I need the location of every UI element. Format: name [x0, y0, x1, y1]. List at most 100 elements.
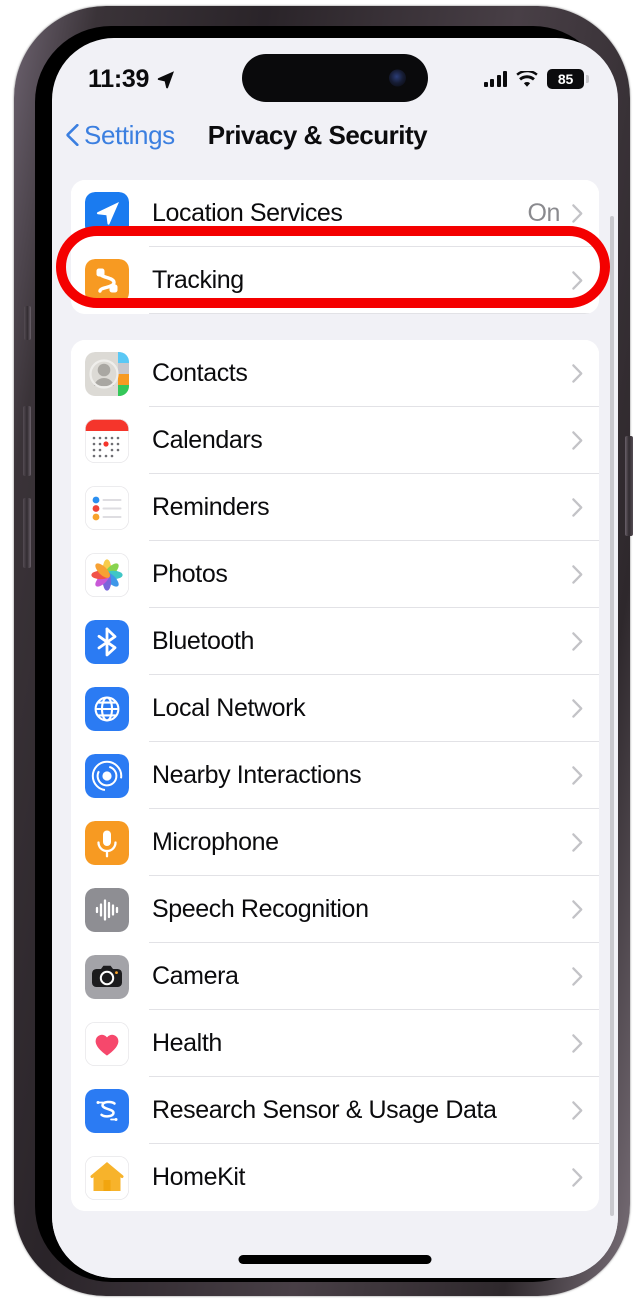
row-accessory [572, 632, 599, 651]
location-arrow-icon [157, 71, 175, 89]
wifi-icon [516, 70, 538, 87]
row-label: Contacts [152, 359, 248, 387]
status-bar-right: 85 [483, 69, 589, 89]
chevron-left-icon [66, 124, 79, 146]
chevron-right-icon [572, 364, 583, 383]
chevron-right-icon [572, 565, 583, 584]
camera-icon [85, 954, 129, 999]
volume-down-button[interactable] [23, 498, 31, 568]
bluetooth-icon [85, 619, 129, 664]
row-accessory [572, 498, 599, 517]
front-camera-icon [389, 69, 406, 87]
row-label: Photos [152, 560, 228, 588]
settings-list[interactable]: Location Services On Tracking Contacts C… [52, 168, 618, 1278]
row-label: Location Services [152, 199, 343, 227]
sidebar-item-microphone[interactable]: Microphone [71, 809, 599, 876]
navigation-bar: Settings Privacy & Security [52, 102, 618, 168]
row-accessory [572, 833, 599, 852]
row-accessory [572, 1168, 599, 1187]
sidebar-item-photos[interactable]: Photos [71, 541, 599, 608]
sidebar-item-camera[interactable]: Camera [71, 943, 599, 1010]
chevron-right-icon [572, 632, 583, 651]
sidebar-item-speech-recognition[interactable]: Speech Recognition [71, 876, 599, 943]
row-label: Bluetooth [152, 627, 255, 655]
volume-up-button[interactable] [23, 406, 31, 476]
row-accessory [560, 271, 599, 290]
row-accessory [572, 900, 599, 919]
chevron-right-icon [572, 967, 583, 986]
row-accessory [572, 766, 599, 785]
chevron-right-icon [572, 271, 583, 290]
back-button-label: Settings [84, 119, 175, 150]
row-label: Nearby Interactions [152, 761, 362, 789]
chevron-right-icon [572, 900, 583, 919]
settings-group-apps: Contacts Calendars Reminders Photos Blue… [71, 340, 599, 1211]
battery-indicator: 85 [547, 69, 589, 89]
row-accessory [572, 431, 599, 450]
row-value: On [527, 199, 560, 227]
research-sensor-icon [85, 1088, 129, 1133]
row-accessory [572, 1034, 599, 1053]
dynamic-island [242, 54, 428, 102]
local-network-icon [85, 686, 129, 731]
vertical-scrollbar[interactable] [610, 216, 614, 1216]
chevron-right-icon [572, 699, 583, 718]
sidebar-item-contacts[interactable]: Contacts [71, 340, 599, 407]
row-accessory [572, 565, 599, 584]
row-label: Health [152, 1029, 222, 1057]
power-button[interactable] [625, 436, 633, 536]
calendars-icon [85, 418, 129, 463]
nearby-interactions-icon [85, 753, 129, 798]
phone-frame: 11:39 85 Settings Privacy & Security Loc… [14, 6, 633, 1296]
silent-switch[interactable] [24, 306, 31, 340]
row-accessory [572, 364, 599, 383]
sidebar-item-local-network[interactable]: Local Network [71, 675, 599, 742]
chevron-right-icon [572, 1168, 583, 1187]
row-accessory [572, 1101, 599, 1120]
chevron-right-icon [572, 833, 583, 852]
sidebar-item-tracking[interactable]: Tracking [71, 247, 599, 314]
sidebar-item-reminders[interactable]: Reminders [71, 474, 599, 541]
photos-icon [85, 552, 129, 597]
tracking-icon [85, 258, 129, 303]
sidebar-item-bluetooth[interactable]: Bluetooth [71, 608, 599, 675]
row-accessory [572, 699, 599, 718]
row-label: Microphone [152, 828, 279, 856]
contacts-icon [85, 351, 129, 396]
sidebar-item-health[interactable]: Health [71, 1010, 599, 1077]
chevron-right-icon [572, 766, 583, 785]
speech-recognition-icon [85, 887, 129, 932]
row-label: Tracking [152, 266, 244, 294]
page-title: Privacy & Security [207, 119, 428, 150]
health-icon [85, 1021, 129, 1066]
sidebar-item-nearby-interactions[interactable]: Nearby Interactions [71, 742, 599, 809]
chevron-right-icon [572, 1101, 583, 1120]
row-label: Research Sensor & Usage Data [152, 1096, 497, 1124]
row-label: Calendars [152, 426, 263, 454]
row-separator [149, 313, 599, 314]
cellular-bars-icon [483, 71, 507, 87]
row-label: Speech Recognition [152, 895, 369, 923]
sidebar-item-calendars[interactable]: Calendars [71, 407, 599, 474]
row-accessory: On [527, 199, 599, 228]
homekit-icon [85, 1155, 129, 1200]
status-time: 11:39 [88, 64, 150, 93]
row-accessory [572, 967, 599, 986]
chevron-right-icon [572, 498, 583, 517]
reminders-icon [85, 485, 129, 530]
sidebar-item-homekit[interactable]: HomeKit [71, 1144, 599, 1211]
phone-screen: 11:39 85 Settings Privacy & Security Loc… [52, 38, 618, 1278]
sidebar-item-location-services[interactable]: Location Services On [71, 180, 599, 247]
home-indicator[interactable] [238, 1255, 432, 1264]
status-bar-left: 11:39 [88, 65, 176, 94]
location-services-icon [85, 191, 129, 236]
battery-percent-label: 85 [557, 71, 574, 87]
chevron-right-icon [572, 431, 583, 450]
chevron-right-icon [572, 204, 583, 223]
sidebar-item-research-sensor[interactable]: Research Sensor & Usage Data [71, 1077, 599, 1144]
microphone-icon [85, 820, 129, 865]
chevron-right-icon [572, 1034, 583, 1053]
back-button[interactable]: Settings [66, 120, 175, 151]
row-label: Local Network [152, 694, 306, 722]
row-label: HomeKit [152, 1163, 246, 1191]
